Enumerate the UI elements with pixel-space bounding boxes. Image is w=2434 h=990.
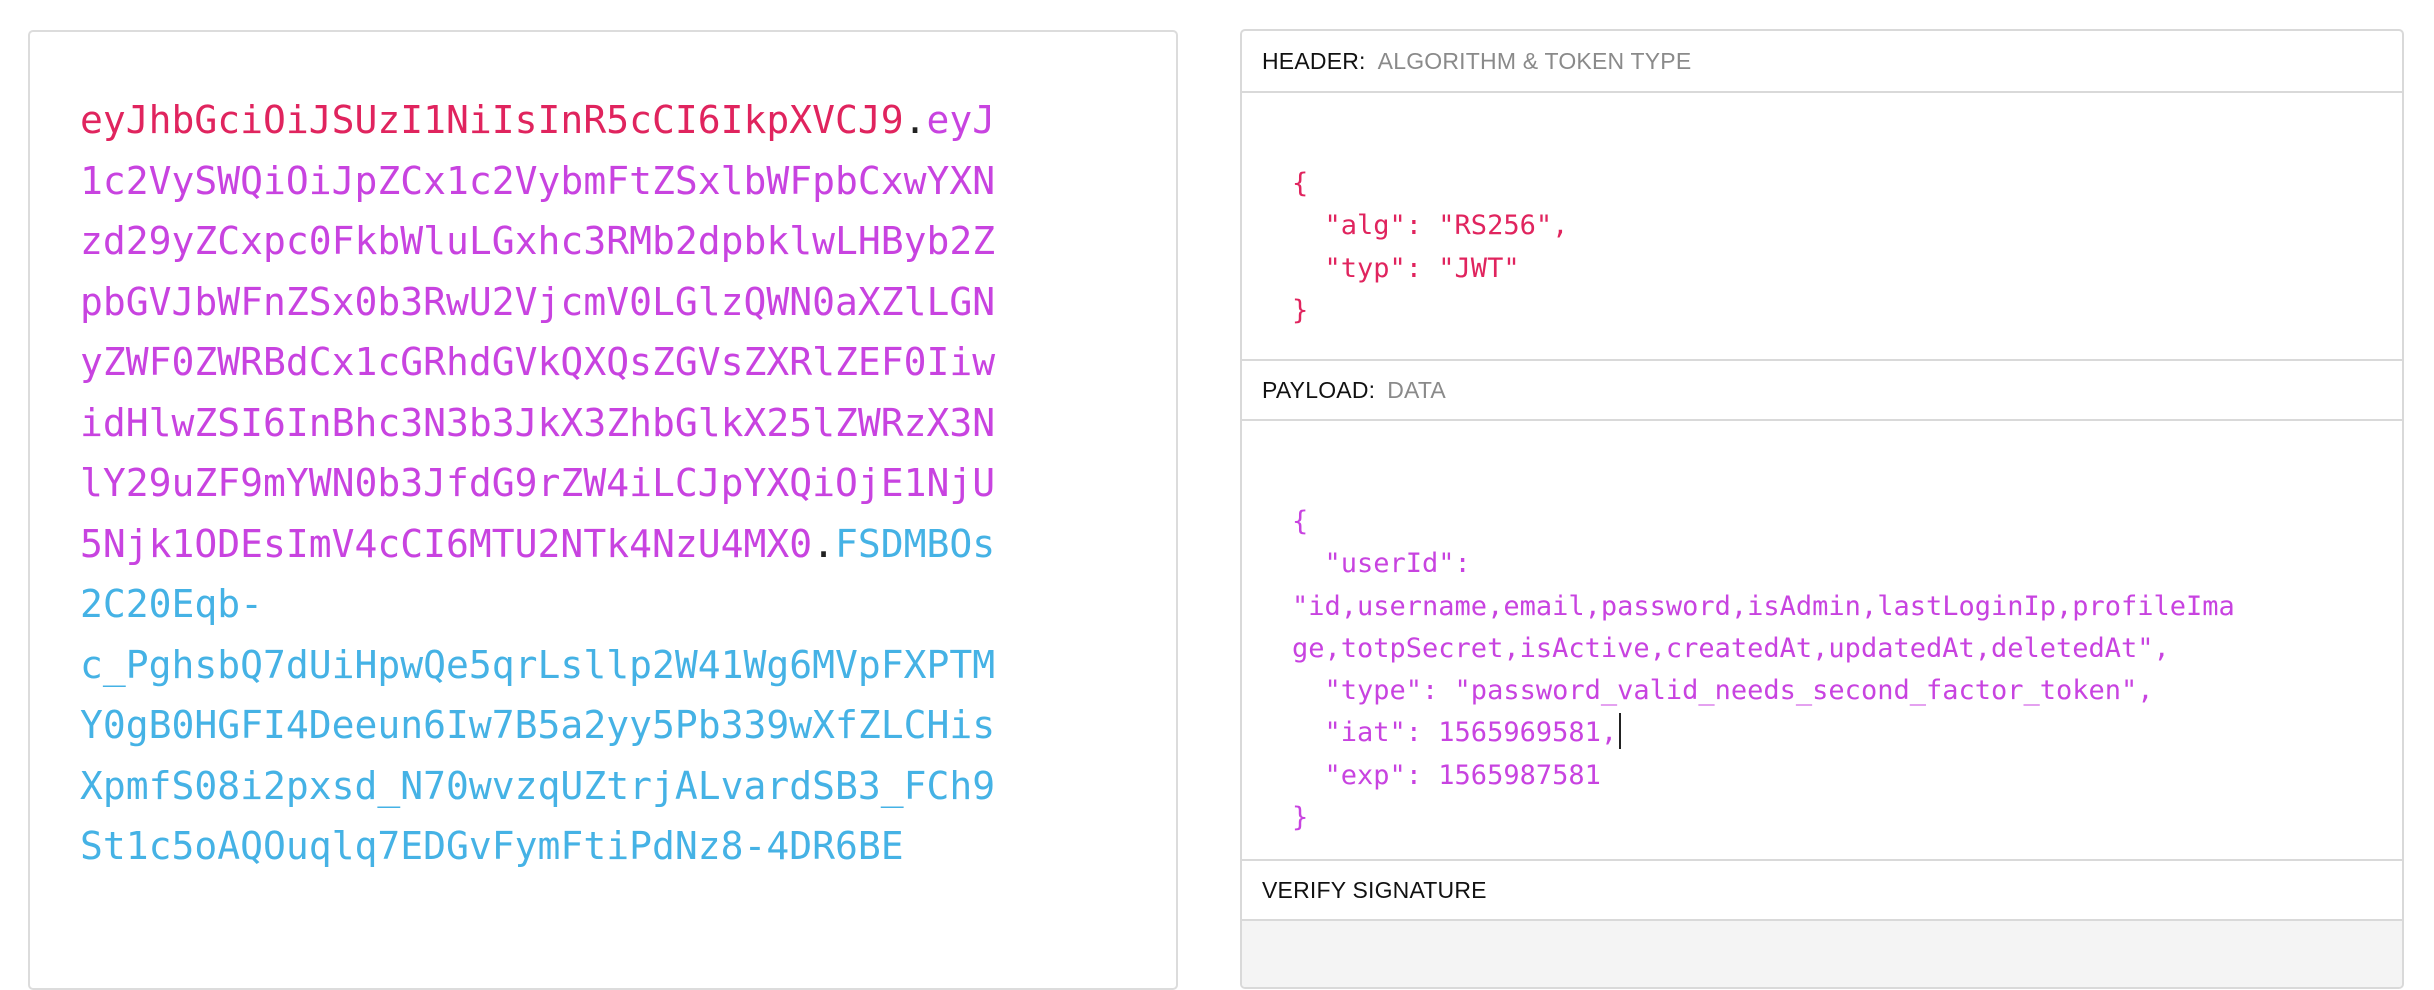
token-signature-line: Y0gB0HGFI4Deeun6Iw7B5a2yy5Pb339wXfZLCHis	[80, 703, 996, 747]
token-payload-line: lY29uZF9mYWN0b3JfdG9rZW4iLCJpYXQiOjE1NjU	[80, 461, 996, 505]
encoded-token-panel[interactable]: eyJhbGciOiJSUzI1NiIsInR5cCI6IkpXVCJ9.eyJ…	[28, 30, 1178, 990]
encoded-token-textarea[interactable]: eyJhbGciOiJSUzI1NiIsInR5cCI6IkpXVCJ9.eyJ…	[80, 90, 1080, 877]
token-separator-dot: .	[812, 521, 835, 566]
payload-json-editor[interactable]: { "userId": "id,username,email,password,…	[1242, 423, 2402, 859]
token-signature-segment-start: FSDMBOs	[834, 521, 996, 566]
verify-signature-title: VERIFY SIGNATURE	[1262, 876, 1487, 903]
payload-json-text-tail: "exp": 1565987581 }	[1292, 759, 1601, 834]
payload-json[interactable]: { "userId": "id,username,email,password,…	[1292, 501, 2235, 839]
token-signature-line: St1c5oAQOuqlq7EDGvFymFtiPdNz8-4DR6BE	[80, 824, 904, 868]
token-payload-line: pbGVJbWFnZSx0b3RwU2VjcmV0LGlzQWN0aXZlLGN	[80, 279, 996, 324]
token-payload-line: 5Njk1ODEsImV4cCI6MTU2NTk4NzU4MX0	[80, 521, 813, 566]
token-separator-dot: .	[903, 98, 927, 142]
text-cursor	[1619, 713, 1622, 750]
token-payload-line: zd29yZCxpc0FkbWluLGxhc3RMb2dpbklwLHByb2Z	[80, 219, 996, 263]
token-payload-line: yZWF0ZWRBdCx1cGRhdGVkQXQsZGVsZXRlZEF0Iiw	[80, 340, 996, 384]
verify-signature-body[interactable]	[1242, 921, 2402, 987]
token-signature-line: 2C20Eqb-	[80, 582, 264, 626]
token-payload-segment-start: eyJ	[926, 98, 996, 142]
token-signature-line: c_PghsbQ7dUiHpwQe5qrLsllp2W41Wg6MVpFXPTM	[80, 642, 996, 687]
token-signature-line: XpmfS08i2pxsd_N70wvzqUZtrjALvardSB3_FCh9	[80, 763, 996, 808]
verify-signature-heading: VERIFY SIGNATURE	[1242, 859, 2402, 921]
header-section-heading: HEADER: ALGORITHM & TOKEN TYPE	[1242, 31, 2402, 93]
payload-section-heading: PAYLOAD: DATA	[1242, 359, 2402, 421]
payload-section-title: PAYLOAD:	[1262, 376, 1376, 403]
header-section-title: HEADER:	[1262, 47, 1366, 74]
token-payload-line: 1c2VySWQiOiJpZCx1c2VybmFtZSxlbWFpbCxwYXN	[80, 158, 996, 203]
payload-json-text: { "userId": "id,username,email,password,…	[1292, 506, 2235, 749]
payload-section-subtitle: DATA	[1387, 376, 1446, 403]
decoded-panel: HEADER: ALGORITHM & TOKEN TYPE { "alg": …	[1240, 29, 2404, 989]
token-header-segment: eyJhbGciOiJSUzI1NiIsInR5cCI6IkpXVCJ9	[80, 98, 904, 142]
token-payload-line: idHlwZSI6InBhc3N3b3JkX3ZhbGlkX25lZWRzX3N	[80, 400, 996, 445]
header-section-subtitle: ALGORITHM & TOKEN TYPE	[1377, 47, 1692, 74]
header-json-editor[interactable]: { "alg": "RS256", "typ": "JWT" }	[1242, 93, 2402, 359]
header-json[interactable]: { "alg": "RS256", "typ": "JWT" }	[1292, 163, 1568, 332]
